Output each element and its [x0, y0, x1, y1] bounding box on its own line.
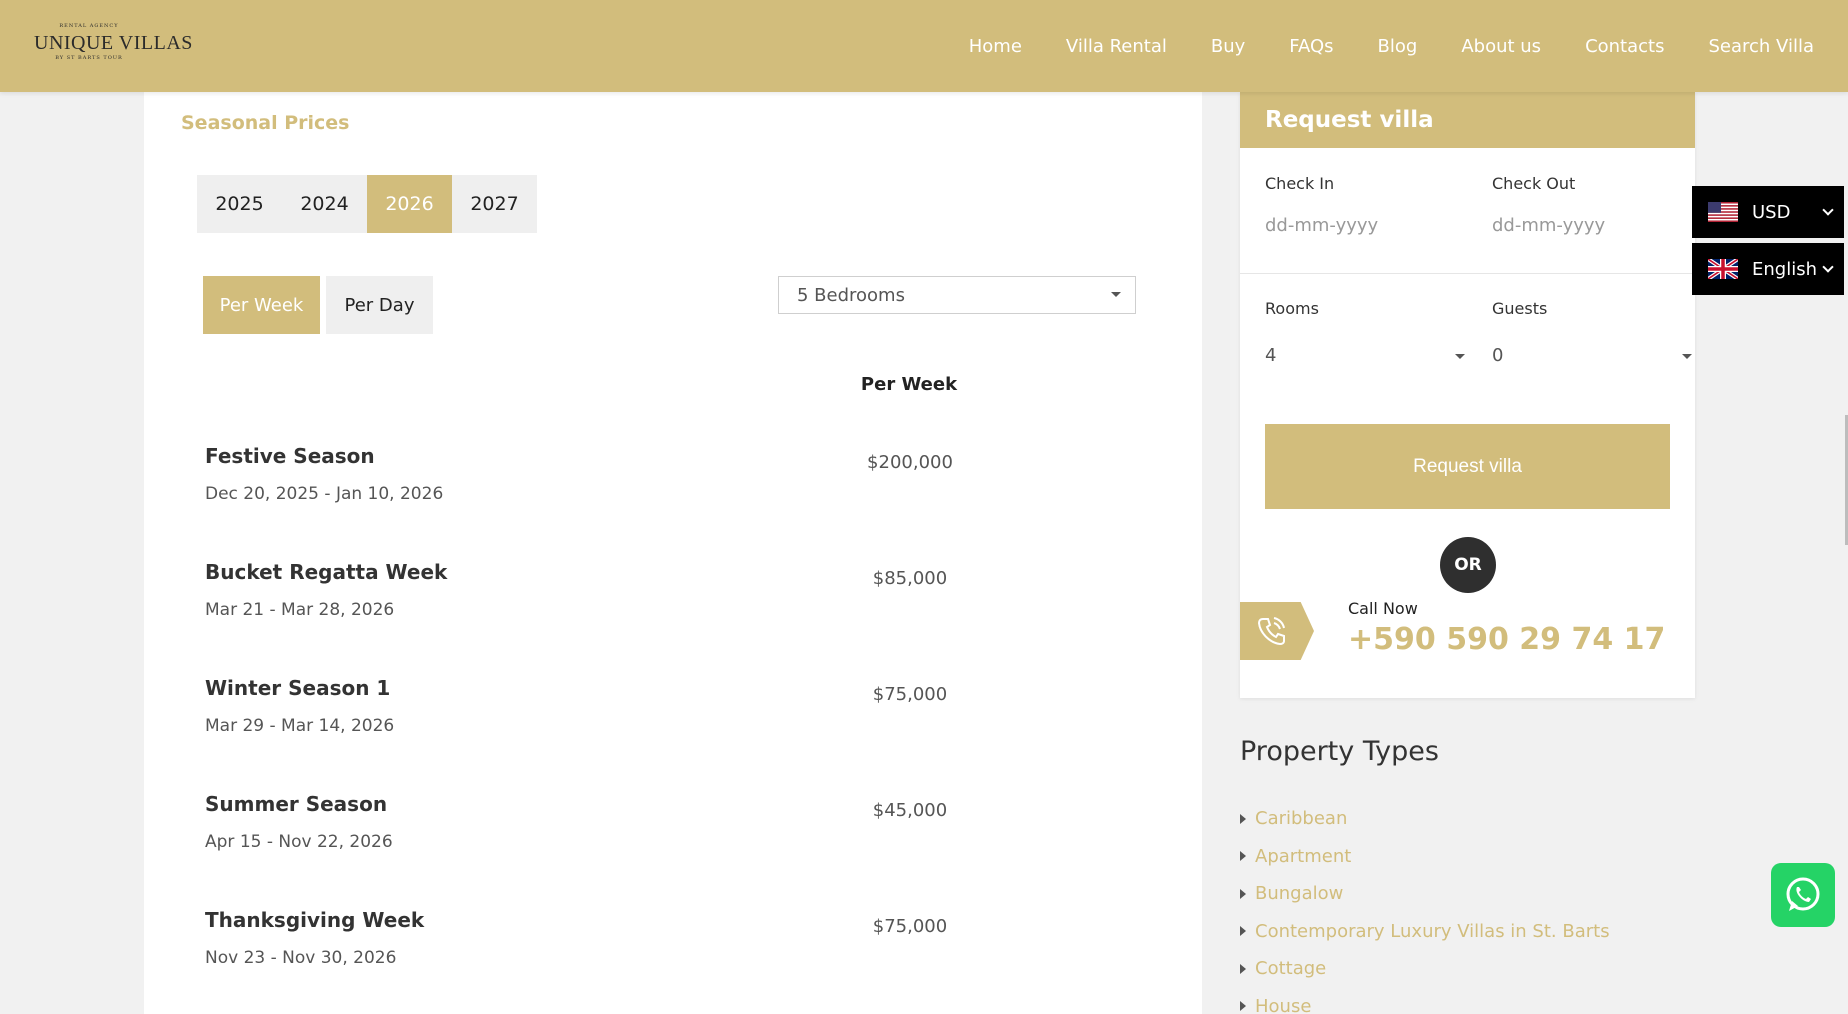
logo-wordmark: UNIQUE VILLAS: [34, 32, 193, 54]
currency-selector[interactable]: USD: [1692, 186, 1844, 238]
season-price: $85,000: [872, 568, 948, 589]
nav-villa-rental[interactable]: Villa Rental: [1066, 36, 1167, 57]
nav-blog[interactable]: Blog: [1378, 36, 1418, 57]
season-row: Thanksgiving Week Nov 23 - Nov 30, 2026 …: [205, 908, 1155, 1008]
whatsapp-icon: [1786, 877, 1820, 911]
property-type-link[interactable]: Apartment: [1255, 846, 1351, 867]
tab-year-2025[interactable]: 2025: [197, 175, 282, 233]
check-out-input[interactable]: dd-mm-yyyy: [1492, 215, 1605, 236]
guests-select[interactable]: 0: [1492, 345, 1692, 366]
season-row: Winter Season 1 Mar 29 - Mar 14, 2026 $7…: [205, 676, 1155, 776]
uk-flag-icon: [1708, 259, 1738, 279]
caret-right-icon: [1240, 926, 1246, 937]
property-type-link[interactable]: Bungalow: [1255, 883, 1343, 904]
caret-down-icon: [1682, 354, 1692, 359]
section-title: Seasonal Prices: [181, 112, 350, 134]
property-types-title: Property Types: [1240, 736, 1439, 767]
language-selector[interactable]: English: [1692, 243, 1844, 295]
phone-icon: [1240, 602, 1314, 660]
currency-value: USD: [1752, 201, 1791, 223]
caret-down-icon: [1111, 292, 1121, 297]
year-tabs: 2025 2024 2026 2027: [197, 175, 537, 233]
season-dates: Mar 29 - Mar 14, 2026: [205, 716, 395, 736]
check-out-label: Check Out: [1492, 174, 1576, 193]
season-name: Summer Season: [205, 792, 388, 816]
nav-home[interactable]: Home: [969, 36, 1022, 57]
caret-right-icon: [1240, 963, 1246, 974]
rooms-label: Rooms: [1265, 299, 1319, 318]
site-header: RENTAL AGENCY UNIQUE VILLAS BY ST BARTS …: [0, 0, 1848, 92]
tab-per-day[interactable]: Per Day: [326, 276, 433, 334]
season-dates: Nov 23 - Nov 30, 2026: [205, 948, 397, 968]
season-price: $75,000: [872, 684, 948, 705]
chevron-down-icon: [1822, 261, 1834, 273]
check-in-input[interactable]: dd-mm-yyyy: [1265, 215, 1378, 236]
us-flag-icon: [1708, 202, 1738, 222]
whatsapp-button[interactable]: [1771, 863, 1835, 927]
rooms-select-value: 4: [1265, 345, 1277, 366]
request-villa-button[interactable]: Request villa: [1265, 424, 1670, 509]
tab-per-week[interactable]: Per Week: [203, 276, 320, 334]
season-dates: Apr 15 - Nov 22, 2026: [205, 832, 393, 852]
logo-tagline-bottom: BY ST BARTS TOUR: [55, 55, 123, 61]
seasonal-prices-panel: Seasonal Prices 2025 2024 2026 2027 Per …: [144, 92, 1202, 1014]
phone-number-link[interactable]: +590 590 29 74 17: [1348, 622, 1665, 657]
season-name: Winter Season 1: [205, 676, 391, 700]
chevron-down-icon: [1822, 204, 1834, 216]
logo-tagline-top: RENTAL AGENCY: [59, 23, 119, 29]
tab-year-2026[interactable]: 2026: [367, 175, 452, 233]
caret-right-icon: [1240, 813, 1246, 824]
caret-right-icon: [1240, 888, 1246, 899]
caret-right-icon: [1240, 851, 1246, 862]
nav-buy[interactable]: Buy: [1211, 36, 1245, 57]
season-price: $45,000: [872, 800, 948, 821]
property-type-link[interactable]: Caribbean: [1255, 808, 1347, 829]
list-item[interactable]: Contemporary Luxury Villas in St. Barts: [1240, 913, 1610, 951]
list-item[interactable]: Cottage: [1240, 950, 1610, 988]
nav-search-villa[interactable]: Search Villa: [1708, 36, 1814, 57]
nav-about-us[interactable]: About us: [1461, 36, 1541, 57]
season-row: Summer Season Apr 15 - Nov 22, 2026 $45,…: [205, 792, 1155, 892]
request-villa-card: Request villa Check In dd-mm-yyyy Check …: [1240, 92, 1695, 698]
nav-faqs[interactable]: FAQs: [1289, 36, 1333, 57]
property-type-link[interactable]: House: [1255, 996, 1311, 1014]
season-dates: Mar 21 - Mar 28, 2026: [205, 600, 395, 620]
list-item[interactable]: Bungalow: [1240, 875, 1610, 913]
season-dates: Dec 20, 2025 - Jan 10, 2026: [205, 484, 444, 504]
bedrooms-select[interactable]: 5 Bedrooms: [778, 276, 1136, 314]
bedrooms-select-value: 5 Bedrooms: [797, 284, 905, 306]
season-row: Festive Season Dec 20, 2025 - Jan 10, 20…: [205, 444, 1155, 544]
main-nav: Home Villa Rental Buy FAQs Blog About us…: [947, 0, 1836, 92]
season-price: $200,000: [867, 452, 953, 473]
season-row: Bucket Regatta Week Mar 21 - Mar 28, 202…: [205, 560, 1155, 660]
season-name: Bucket Regatta Week: [205, 560, 448, 584]
check-in-label: Check In: [1265, 174, 1335, 193]
tab-year-2027[interactable]: 2027: [452, 175, 537, 233]
caret-down-icon: [1455, 354, 1465, 359]
nav-contacts[interactable]: Contacts: [1585, 36, 1664, 57]
guests-select-value: 0: [1492, 345, 1504, 366]
divider: [1240, 273, 1695, 274]
request-card-title: Request villa: [1240, 92, 1695, 148]
season-name: Festive Season: [205, 444, 375, 468]
list-item[interactable]: House: [1240, 988, 1610, 1014]
caret-right-icon: [1240, 1001, 1246, 1012]
guests-label: Guests: [1492, 299, 1548, 318]
property-types-list: Caribbean Apartment Bungalow Contemporar…: [1240, 800, 1610, 1014]
or-badge: OR: [1440, 537, 1496, 593]
season-price: $75,000: [872, 916, 948, 937]
site-logo[interactable]: RENTAL AGENCY UNIQUE VILLAS BY ST BARTS …: [34, 20, 193, 68]
list-item[interactable]: Apartment: [1240, 838, 1610, 876]
list-item[interactable]: Caribbean: [1240, 800, 1610, 838]
property-type-link[interactable]: Cottage: [1255, 958, 1326, 979]
period-tabs: Per Week Per Day: [203, 276, 439, 334]
price-column-header: Per Week: [860, 374, 958, 395]
tab-year-2024[interactable]: 2024: [282, 175, 367, 233]
call-now-label: Call Now: [1348, 599, 1418, 618]
rooms-select[interactable]: 4: [1265, 345, 1465, 366]
season-name: Thanksgiving Week: [205, 908, 425, 932]
language-value: English: [1752, 258, 1817, 280]
property-type-link[interactable]: Contemporary Luxury Villas in St. Barts: [1255, 921, 1610, 942]
